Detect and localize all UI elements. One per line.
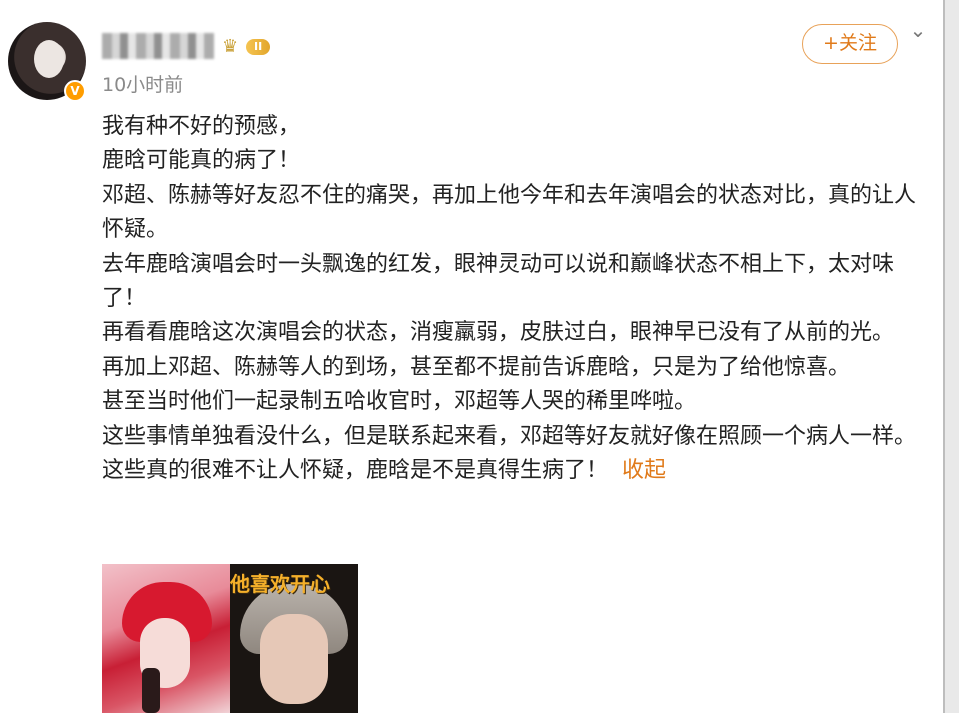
post-images: 他喜欢开心 [102, 564, 358, 713]
verified-badge-icon: V [64, 80, 86, 102]
post-body: 我有种不好的预感， 鹿晗可能真的病了！ 邓超、陈赫等好友忍不住的痛哭，再加上他今… [102, 110, 932, 488]
image-1-microphone [142, 668, 160, 713]
post-image-1[interactable] [102, 564, 230, 713]
weibo-post-card: V ♛ II 10小时前 +关注 ⌄ 我有种不好的预感， 鹿晗可能真的病了！ 邓… [0, 0, 945, 713]
crown-icon: ♛ [222, 36, 239, 57]
post-line: 甚至当时他们一起录制五哈收官时，邓超等人哭的稀里哗啦。 [102, 389, 697, 415]
post-line: 这些事情单独看没什么，但是联系起来看，邓超等好友就好像在照顾一个病人一样。 [102, 423, 917, 449]
level-badge: ♛ II [222, 36, 280, 58]
username-blurred[interactable] [102, 33, 214, 59]
collapse-link[interactable]: 收起 [622, 458, 666, 483]
post-line-last: 这些真的很难不让人怀疑，鹿晗是不是真得生病了！ 收起 [102, 454, 932, 488]
avatar-face [34, 40, 64, 78]
follow-button[interactable]: +关注 [802, 24, 898, 64]
image-2-caption: 他喜欢开心 [230, 572, 330, 596]
post-line: 邓超、陈赫等好友忍不住的痛哭，再加上他今年和去年演唱会的状态对比，真的让人怀疑。 [102, 182, 917, 243]
post-image-2[interactable]: 他喜欢开心 [230, 564, 358, 713]
post-line: 我有种不好的预感， [102, 114, 301, 139]
post-line-text: 这些真的很难不让人怀疑，鹿晗是不是真得生病了！ [102, 458, 609, 484]
image-2-face [260, 614, 328, 704]
post-time: 10小时前 [102, 74, 184, 96]
chevron-down-icon[interactable]: ⌄ [906, 20, 930, 40]
post-line: 鹿晗可能真的病了！ [102, 148, 301, 174]
post-line: 去年鹿晗演唱会时一头飘逸的红发，眼神灵动可以说和巅峰状态不相上下，太对味了！ [102, 251, 895, 312]
post-line: 再看看鹿晗这次演唱会的状态，消瘦羸弱，皮肤过白，眼神早已没有了从前的光。 [102, 320, 895, 346]
post-line: 再加上邓超、陈赫等人的到场，甚至都不提前告诉鹿晗，只是为了给他惊喜。 [102, 354, 851, 380]
level-badge-label: II [246, 39, 271, 55]
